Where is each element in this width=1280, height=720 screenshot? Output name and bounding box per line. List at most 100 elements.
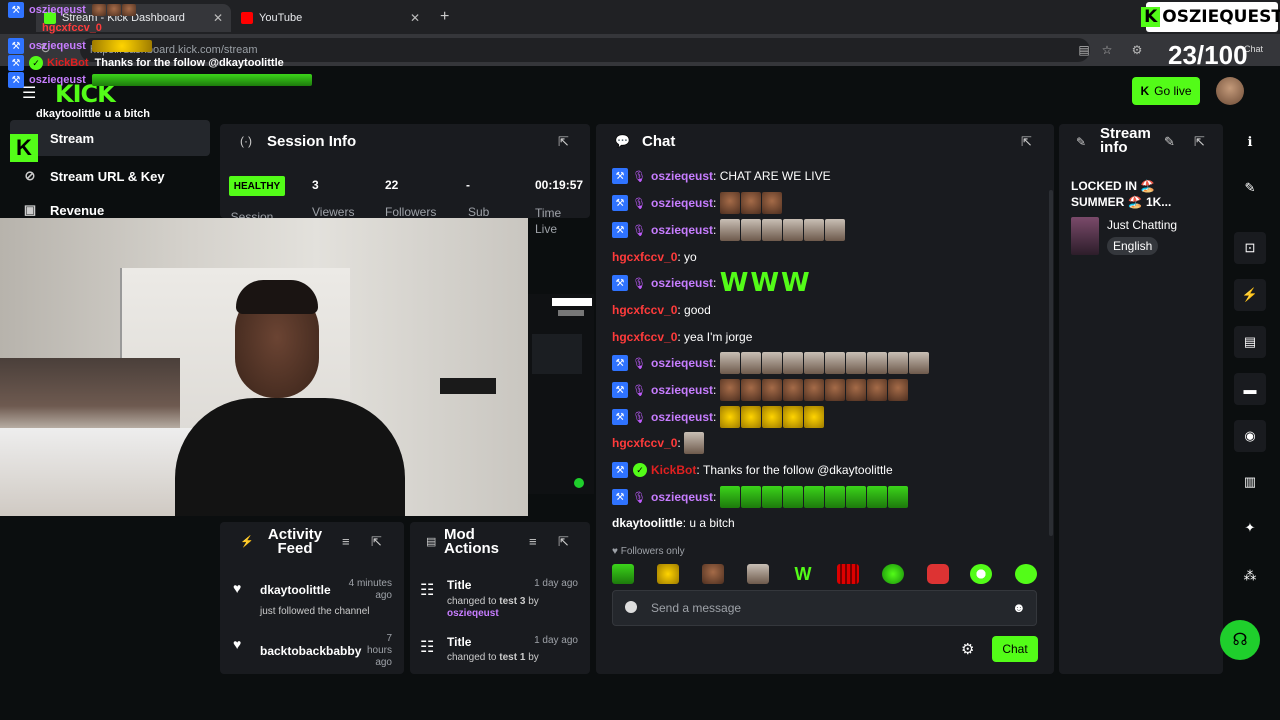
sidebar-item-revenue[interactable]: ▣ Revenue	[10, 198, 210, 218]
chat-separator: :	[713, 356, 720, 370]
chat-username[interactable]: hgcxfccv_0	[612, 250, 677, 264]
broadcast-icon[interactable]: ◉	[1234, 420, 1266, 452]
emote	[719, 352, 740, 374]
quick-emote[interactable]	[657, 564, 679, 584]
help-headset-button[interactable]: ☊	[1220, 620, 1260, 660]
chat-separator: :	[696, 463, 704, 477]
mod-action-verb: changed to	[447, 596, 497, 607]
gear-icon[interactable]: ⚙	[961, 640, 974, 658]
apps-icon[interactable]: ⁂	[1234, 560, 1266, 592]
chat-username[interactable]: hgcxfccv_0	[612, 436, 677, 450]
mod-action-by: by	[528, 652, 539, 663]
quick-emote[interactable]	[612, 564, 634, 584]
chat-username[interactable]: oszieqeust	[651, 223, 713, 237]
quick-emote[interactable]	[882, 564, 904, 584]
emoji-icon[interactable]: ☻	[1012, 600, 1026, 615]
chat-send-button[interactable]: Chat	[992, 636, 1038, 662]
webcam-feed	[0, 218, 528, 516]
moderator-badge-icon: ⚒	[612, 489, 628, 505]
overlay-brand-text: OSZIEQUEST	[1162, 7, 1280, 27]
chat-username[interactable]: oszieqeust	[651, 276, 713, 290]
chat-scrollbar[interactable]	[1049, 190, 1053, 536]
popout-icon[interactable]: ⇱	[371, 534, 382, 550]
quick-emote[interactable]	[702, 564, 724, 584]
emote	[908, 352, 929, 374]
reader-icon[interactable]: ▤	[1077, 43, 1091, 57]
new-tab-icon[interactable]: +	[440, 8, 449, 26]
bolt-icon[interactable]: ⚡	[1234, 279, 1266, 311]
emote	[761, 192, 782, 214]
filter-icon[interactable]: ≡	[529, 534, 537, 549]
bookmark-star-icon[interactable]: ☆	[1100, 43, 1114, 57]
chat-username[interactable]: oszieqeust	[651, 410, 713, 424]
emote	[121, 4, 136, 16]
chat-separator: :	[677, 303, 685, 317]
document-icon: ▤	[426, 536, 437, 548]
chat-username[interactable]: hgcxfccv_0	[612, 303, 677, 317]
close-tab-icon[interactable]: ✕	[213, 11, 223, 25]
activity-user[interactable]: dkaytoolittle	[260, 583, 331, 597]
tab-youtube[interactable]: YouTube ✕	[233, 4, 428, 32]
chat-username[interactable]: oszieqeust	[651, 196, 713, 210]
broadcaster-badge-icon: 🎙	[632, 384, 646, 397]
quick-emote[interactable]	[1015, 564, 1037, 584]
avatar[interactable]	[1216, 77, 1244, 105]
chat-separator: :	[682, 516, 690, 530]
followers-only-label: Followers only	[620, 546, 685, 557]
sidebar-item-stream-url-key[interactable]: ⊘ Stream URL & Key	[10, 158, 210, 194]
user-list-icon: ☷	[420, 639, 435, 656]
pencil-icon[interactable]: ✎	[1234, 172, 1266, 204]
broadcaster-badge-icon: 🎙	[632, 170, 646, 183]
quick-emote[interactable]	[970, 564, 992, 584]
document-icon[interactable]: ▤	[1234, 326, 1266, 358]
emote	[761, 219, 782, 241]
emote	[782, 486, 803, 508]
chat-input[interactable]: Send a message ☻	[612, 590, 1037, 626]
popout-icon[interactable]: ⇱	[1021, 134, 1032, 150]
activity-user[interactable]: backtobackbabby	[260, 644, 361, 658]
person-hair	[236, 280, 318, 314]
wrench-icon[interactable]: ✦	[1234, 512, 1266, 544]
mod-action-user[interactable]: oszieqeust	[447, 608, 499, 619]
chat-username[interactable]: oszieqeust	[651, 383, 713, 397]
close-tab-icon[interactable]: ✕	[410, 11, 420, 25]
chat-icon[interactable]: ▬	[1234, 373, 1266, 405]
go-live-button[interactable]: K Go live	[1132, 77, 1200, 105]
quick-emote[interactable]	[747, 564, 769, 584]
info-icon[interactable]: ℹ	[1234, 126, 1266, 158]
sidebar-item-stream[interactable]: K Stream	[10, 120, 210, 156]
chat-username[interactable]: oszieqeust	[651, 169, 713, 183]
layout-icon[interactable]: ▥	[1234, 466, 1266, 498]
mod-action-by: by	[528, 596, 539, 607]
moderator-badge-icon: ⚒	[612, 275, 628, 291]
chat-username[interactable]: KickBot	[651, 463, 696, 477]
emote	[91, 4, 106, 16]
edit-icon[interactable]: ✎	[1164, 134, 1175, 150]
quick-emote[interactable]	[837, 564, 859, 584]
mod-action-time: 1 day ago	[534, 578, 578, 589]
go-live-label: Go live	[1154, 84, 1192, 98]
emote	[719, 192, 740, 214]
stream-info-title: Stream info	[1100, 125, 1151, 156]
chat-message: hgcxfccv_0: yo	[612, 246, 697, 268]
chat-username[interactable]: oszieqeust	[651, 356, 713, 370]
activity-time: 4 minutes ago	[348, 578, 392, 601]
popout-icon[interactable]: ⇱	[558, 534, 569, 550]
category-name[interactable]: Just Chatting	[1107, 218, 1177, 232]
chat-username[interactable]: hgcxfccv_0	[612, 330, 677, 344]
filter-icon[interactable]: ≡	[342, 534, 350, 549]
broadcaster-badge-icon: 🎙	[632, 491, 646, 504]
chat-separator: :	[677, 250, 685, 264]
camera-icon[interactable]: ⊡	[1234, 232, 1266, 264]
mini-help-dot	[574, 478, 584, 488]
chat-username[interactable]: dkaytoolittle	[612, 516, 683, 530]
emote	[887, 352, 908, 374]
chat-username[interactable]: oszieqeust	[651, 490, 713, 504]
popout-icon[interactable]: ⇱	[1194, 134, 1205, 150]
category-thumbnail[interactable]	[1071, 217, 1099, 255]
emote	[803, 486, 824, 508]
extensions-icon[interactable]: ⚙	[1130, 43, 1144, 57]
quick-emote-w[interactable]: W	[792, 564, 814, 584]
quick-emote[interactable]	[927, 564, 949, 584]
popout-icon[interactable]: ⇱	[558, 134, 569, 150]
